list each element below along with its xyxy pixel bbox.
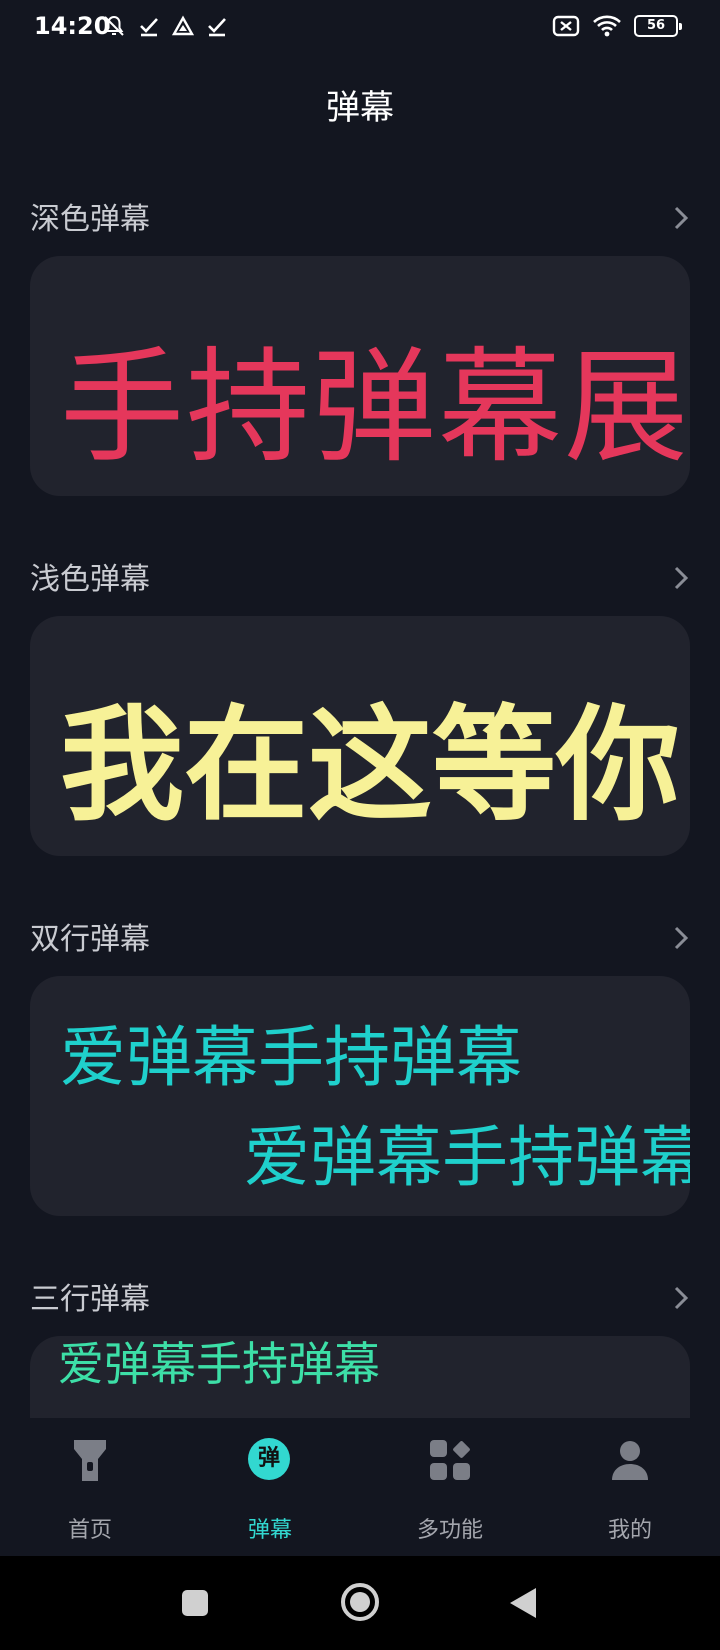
section-double-line-header[interactable]: 双行弹幕 — [30, 914, 690, 958]
bell-muted-icon — [104, 15, 124, 36]
flashlight-icon — [74, 1440, 106, 1481]
danmaku-preview-line-1: 爱弹幕手持弹幕 — [58, 1337, 380, 1391]
status-time: 14:20 — [34, 12, 111, 40]
section-label: 浅色弹幕 — [30, 562, 150, 597]
home-icon[interactable] — [340, 1582, 380, 1622]
grid-apps-icon — [430, 1440, 470, 1480]
sim-error-icon — [552, 15, 580, 37]
wifi-icon — [593, 15, 621, 37]
chevron-right-icon[interactable] — [672, 204, 690, 232]
system-navigation-bar — [0, 1556, 720, 1650]
battery-icon: 56 — [634, 15, 682, 37]
nav-label: 多功能 — [416, 1518, 483, 1543]
triangle-app-icon — [172, 15, 194, 36]
danmaku-preview-line-2: 爱弹幕手持弹幕 — [244, 1119, 690, 1196]
nav-item-multi-function[interactable]: 多功能 — [360, 1418, 540, 1556]
danmaku-preview-text: 我在这等你 — [60, 694, 681, 838]
nav-label: 弹幕 — [247, 1518, 292, 1543]
section-label: 双行弹幕 — [30, 922, 150, 957]
nav-label: 我的 — [607, 1518, 652, 1543]
bottom-nav: 首页 弹 弹幕 多功能 我的 — [0, 1418, 720, 1556]
check-download-icon — [140, 18, 158, 37]
nav-label: 首页 — [67, 1518, 112, 1543]
recent-apps-icon[interactable] — [180, 1588, 210, 1618]
back-icon[interactable] — [508, 1586, 538, 1620]
check-download-icon — [208, 18, 226, 37]
battery-level: 56 — [646, 18, 666, 33]
danmaku-badge-icon: 弹 — [248, 1438, 290, 1480]
dark-danmaku-card[interactable]: 手持弹幕展示 — [30, 256, 690, 496]
nav-item-danmaku[interactable]: 弹 弹幕 — [180, 1418, 360, 1556]
chevron-right-icon[interactable] — [672, 924, 690, 952]
light-danmaku-card[interactable]: 我在这等你 — [30, 616, 690, 856]
status-right-icons: 56 — [552, 14, 682, 38]
danmaku-preview-line-1: 爱弹幕手持弹幕 — [60, 1019, 522, 1096]
status-left-icons — [102, 14, 228, 38]
nav-item-mine[interactable]: 我的 — [540, 1418, 720, 1556]
double-line-danmaku-card[interactable]: 爱弹幕手持弹幕 爱弹幕手持弹幕 — [30, 976, 690, 1216]
danmaku-preview-text: 手持弹幕展示 — [60, 336, 690, 480]
section-label: 深色弹幕 — [30, 202, 150, 237]
status-bar: 14:20 56 — [0, 0, 720, 56]
section-light-danmaku-header[interactable]: 浅色弹幕 — [30, 554, 690, 598]
chevron-right-icon[interactable] — [672, 564, 690, 592]
nav-item-home[interactable]: 首页 — [0, 1418, 180, 1556]
section-triple-line-header[interactable]: 三行弹幕 — [30, 1274, 690, 1318]
section-label: 三行弹幕 — [30, 1282, 150, 1317]
section-dark-danmaku-header[interactable]: 深色弹幕 — [30, 194, 690, 238]
page-title: 弹幕 — [326, 88, 394, 128]
user-icon — [612, 1441, 648, 1480]
chevron-right-icon[interactable] — [672, 1284, 690, 1312]
